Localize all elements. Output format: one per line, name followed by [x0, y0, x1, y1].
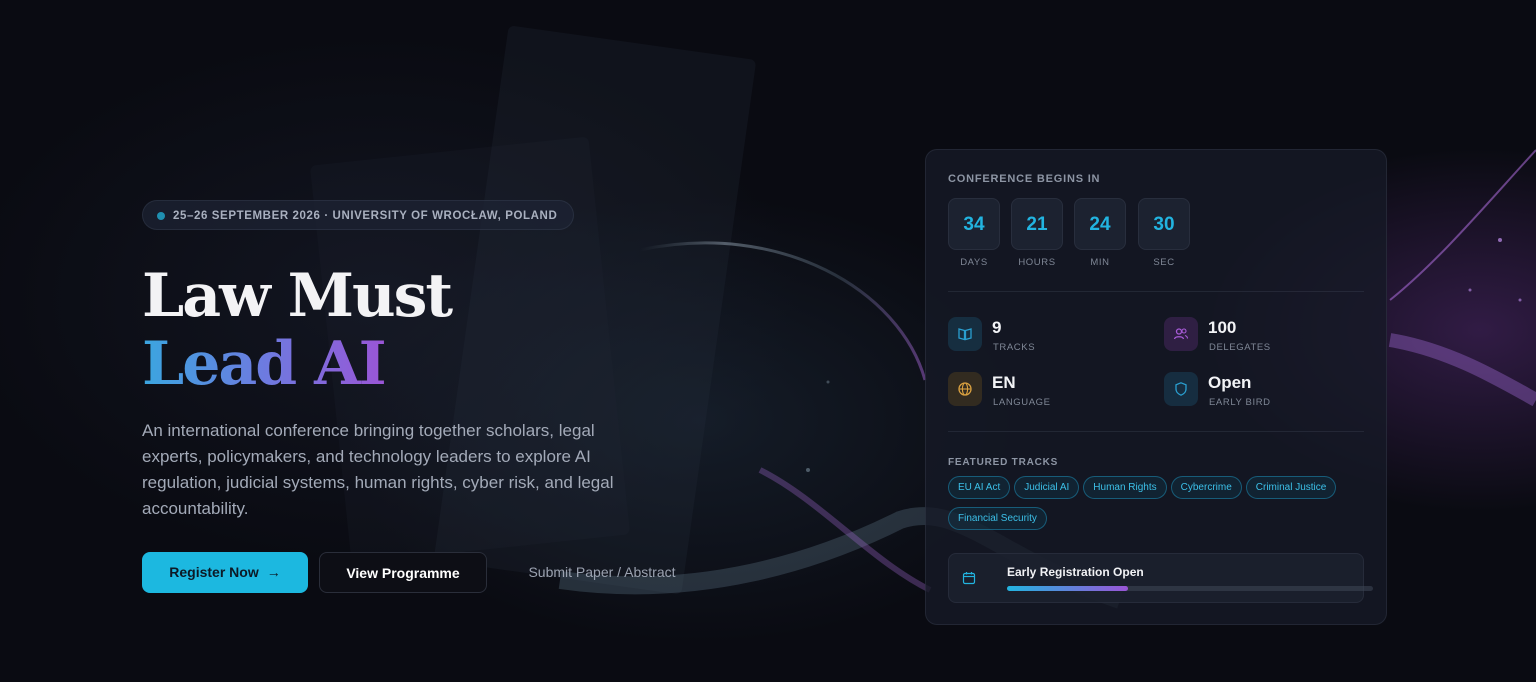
- track-chip-eu-ai-act[interactable]: EU AI Act: [948, 476, 1011, 499]
- register-now-label: Register Now: [169, 564, 259, 580]
- early-bird-value: Open: [1208, 373, 1252, 392]
- registration-progress-bar: [1007, 586, 1373, 591]
- countdown-minutes: 24: [1074, 198, 1126, 250]
- track-chip-human-rights[interactable]: Human Rights: [1083, 476, 1167, 499]
- hero-description: An international conference bringing tog…: [142, 421, 614, 518]
- submit-paper-link[interactable]: Submit Paper / Abstract: [516, 552, 688, 593]
- register-now-button[interactable]: Register Now →: [142, 552, 308, 593]
- track-chip-financial-security[interactable]: Financial Security: [948, 507, 1047, 530]
- tracks-label: TRACKS: [993, 342, 1036, 353]
- countdown-hours: 21: [1011, 198, 1063, 250]
- delegates-label: DELEGATES: [1209, 342, 1271, 353]
- track-chip-judicial-ai[interactable]: Judicial AI: [1014, 476, 1080, 499]
- delegates-count: 100: [1208, 318, 1237, 337]
- divider: [948, 431, 1364, 432]
- registration-progress-fill: [1007, 586, 1128, 591]
- users-icon: [1164, 317, 1198, 351]
- countdown-days: 34: [948, 198, 1000, 250]
- conference-info-card: CONFERENCE BEGINS IN 34 DAYS 21 HOURS 24…: [925, 149, 1387, 625]
- countdown-days-label: DAYS: [960, 257, 988, 268]
- language-value: EN: [992, 373, 1016, 392]
- status-dot-icon: [157, 212, 165, 220]
- early-registration-label: Early Registration Open: [1007, 565, 1144, 579]
- page-title: Law Must Lead AI: [142, 261, 453, 399]
- featured-tracks-heading: FEATURED TRACKS: [948, 457, 1059, 468]
- track-chip-criminal-justice[interactable]: Criminal Justice: [1245, 476, 1337, 499]
- view-programme-label: View Programme: [346, 565, 460, 581]
- countdown-minutes-label: MIN: [1090, 257, 1110, 268]
- countdown-seconds-label: SEC: [1153, 257, 1175, 268]
- shield-icon: [1164, 372, 1198, 406]
- language-label: LANGUAGE: [993, 397, 1051, 408]
- early-registration-panel: Early Registration Open: [948, 553, 1373, 603]
- track-chip-cybercrime[interactable]: Cybercrime: [1170, 476, 1242, 499]
- event-date-text: 25–26 SEPTEMBER 2026 · UNIVERSITY OF WRO…: [173, 210, 558, 222]
- tracks-count: 9: [992, 318, 1002, 337]
- divider: [948, 291, 1364, 292]
- globe-icon: [948, 372, 982, 406]
- view-programme-button[interactable]: View Programme: [319, 552, 487, 593]
- title-line-2: Lead AI: [142, 329, 387, 399]
- calendar-icon: [962, 571, 976, 590]
- arrow-right-icon: →: [266, 564, 281, 580]
- book-icon: [948, 317, 982, 351]
- countdown-seconds: 30: [1138, 198, 1190, 250]
- early-bird-label: EARLY BIRD: [1209, 397, 1271, 408]
- event-date-badge: 25–26 SEPTEMBER 2026 · UNIVERSITY OF WRO…: [142, 200, 575, 230]
- submit-paper-label: Submit Paper / Abstract: [528, 564, 676, 580]
- countdown-heading: CONFERENCE BEGINS IN: [948, 173, 1101, 185]
- countdown-hours-label: HOURS: [1018, 257, 1056, 268]
- featured-tracks-list: EU AI Act Judicial AI Human Rights Cybercri…: [948, 476, 1368, 538]
- title-line-1: Law Must: [142, 261, 453, 331]
